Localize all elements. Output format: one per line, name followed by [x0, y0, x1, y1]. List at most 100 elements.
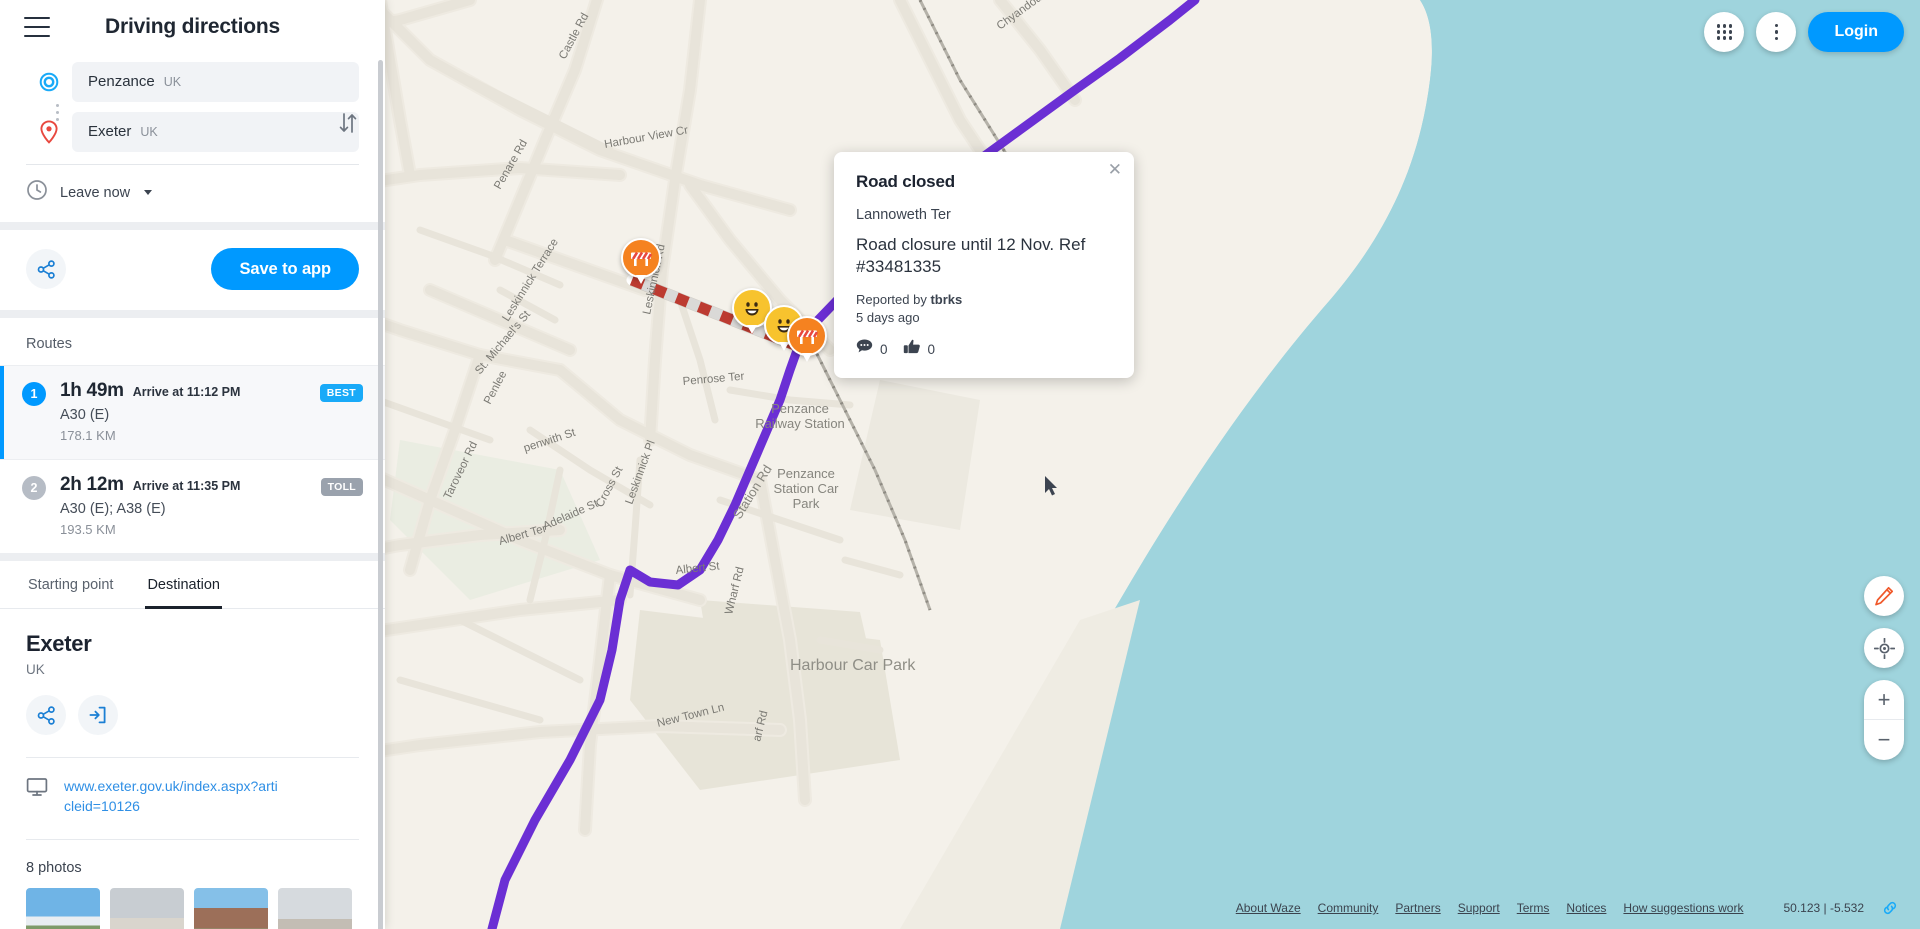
route-dots	[56, 104, 59, 121]
thumbs-up-icon[interactable]	[903, 339, 921, 360]
map-coordinates: 50.123 | -5.532	[1783, 901, 1864, 915]
send-to-phone-icon[interactable]	[78, 695, 118, 735]
route-option-1[interactable]: 1 1h 49m Arrive at 11:12 PM A30 (E) 178.1 KM…	[0, 365, 385, 459]
photo-thumbnail[interactable]	[194, 887, 268, 929]
road-closure-marker[interactable]	[621, 238, 661, 284]
map-label: Harbour Car Park	[790, 657, 916, 674]
routes-list: 1 1h 49m Arrive at 11:12 PM A30 (E) 178.1 KM…	[0, 365, 385, 553]
grid-apps-icon[interactable]	[1704, 12, 1745, 52]
popup-stats: 0 0	[856, 339, 1112, 360]
popup-street: Lannoweth Ter	[856, 207, 951, 223]
footer-links: About Waze Community Partners Support Terms N…	[1236, 901, 1761, 915]
route-badge: TOLL	[320, 478, 363, 496]
origin-row[interactable]: Penzance UK	[26, 62, 359, 102]
route-roads: A30 (E)	[60, 407, 110, 423]
footer-link-support[interactable]: Support	[1458, 901, 1500, 915]
pencil-icon[interactable]	[1864, 576, 1904, 616]
route-option-2[interactable]: 2 2h 12m Arrive at 11:35 PM A30 (E); A38 (E…	[0, 459, 385, 553]
footer-link-terms[interactable]: Terms	[1517, 901, 1550, 915]
road-closed-icon	[787, 316, 827, 362]
road-closed-icon	[621, 238, 661, 284]
footer-link-partners[interactable]: Partners	[1395, 901, 1440, 915]
route-distance: 193.5 KM	[60, 522, 116, 537]
website-row[interactable]: www.exeter.gov.uk/index.aspx?articleid=1…	[0, 758, 385, 817]
leave-label: Leave now	[60, 184, 131, 201]
detail-actions	[26, 695, 359, 735]
route-endpoints: Penzance UK Exeter UK	[0, 54, 385, 152]
routes-heading: Routes	[26, 336, 72, 352]
origin-name: Penzance	[88, 73, 155, 90]
share-icon[interactable]	[26, 249, 66, 289]
mouse-cursor	[1045, 476, 1059, 501]
website-link[interactable]: www.exeter.gov.uk/index.aspx?articleid=1…	[64, 776, 279, 817]
photo-thumbnail[interactable]	[26, 887, 100, 929]
reporter-name: tbrks	[930, 291, 963, 307]
section-separator	[0, 222, 385, 230]
footer-link-about-waze[interactable]: About Waze	[1236, 901, 1301, 915]
section-separator-3	[0, 553, 385, 561]
route-arrival: Arrive at 11:35 PM	[132, 479, 241, 493]
photos-heading: 8 photos	[26, 859, 82, 876]
route-badge: BEST	[319, 384, 363, 402]
sidebar-scrollbar[interactable]	[378, 60, 383, 929]
origin-circle-icon	[26, 72, 72, 92]
route-duration: 1h 49m	[60, 380, 124, 401]
tab-destination[interactable]: Destination	[145, 561, 222, 609]
monitor-icon	[26, 776, 48, 803]
route-distance: 178.1 KM	[60, 428, 116, 443]
photo-thumbnail[interactable]	[110, 887, 184, 929]
route-roads: A30 (E); A38 (E)	[60, 501, 166, 517]
photo-thumbnail[interactable]	[278, 887, 352, 929]
popup-title: Road closed	[856, 172, 955, 191]
popup-time-ago: 5 days ago	[856, 309, 920, 325]
crosshair-icon[interactable]	[1864, 628, 1904, 668]
login-button[interactable]: Login	[1808, 12, 1904, 52]
page-title: Driving directions	[105, 15, 280, 38]
popup-description: Road closure until 12 Nov. Ref #33481335	[856, 235, 1086, 276]
chevron-down-icon[interactable]	[144, 190, 153, 195]
swap-vertical-icon[interactable]	[331, 106, 365, 140]
popup-reported-by: Reported by tbrks	[856, 292, 1112, 307]
comment-count: 0	[880, 341, 888, 357]
sidebar-scroll-area: Driving directions Penzance UK Exeter UK…	[0, 0, 385, 929]
share-icon[interactable]	[26, 695, 66, 735]
tab-starting-point[interactable]: Starting point	[26, 561, 115, 609]
footer-link-community[interactable]: Community	[1318, 901, 1379, 915]
route-arrival: Arrive at 11:12 PM	[132, 385, 241, 399]
save-to-app-button[interactable]: Save to app	[211, 248, 359, 290]
destination-row[interactable]: Exeter UK	[26, 112, 359, 152]
directions-sidebar: Driving directions Penzance UK Exeter UK…	[0, 0, 385, 929]
close-icon[interactable]: ✕	[1108, 161, 1122, 178]
footer-link-how-suggestions-work[interactable]: How suggestions work	[1623, 901, 1743, 915]
detail-tabs: Starting point Destination	[0, 561, 385, 609]
reported-prefix: Reported by	[856, 291, 931, 307]
route-number: 2	[22, 476, 46, 500]
sidebar-header: Driving directions	[0, 0, 385, 54]
comment-icon[interactable]	[856, 339, 873, 359]
thumb-count: 0	[927, 341, 936, 357]
origin-input[interactable]: Penzance UK	[72, 62, 359, 102]
chain-link-icon[interactable]	[1881, 900, 1898, 917]
destination-name: Exeter	[88, 123, 132, 140]
origin-country: UK	[163, 75, 182, 89]
map-footer: About Waze Community Partners Support Terms N…	[1228, 895, 1906, 921]
zoom-controls: + −	[1864, 680, 1904, 760]
destination-detail: Exeter UK	[0, 609, 385, 735]
top-right-controls: Login	[1704, 12, 1904, 52]
clock-icon	[26, 179, 48, 206]
photo-strip	[0, 887, 385, 929]
detail-country: UK	[26, 662, 45, 677]
sidebar-actions: Save to app	[0, 230, 385, 310]
road-closure-marker[interactable]	[787, 316, 827, 362]
waze-map-app: .rd { stroke:#e8e4da; fill:none; stroke-…	[0, 0, 1920, 929]
section-separator-2	[0, 310, 385, 318]
map-right-controls: + −	[1864, 576, 1904, 760]
footer-link-notices[interactable]: Notices	[1566, 901, 1606, 915]
destination-pin-icon	[26, 120, 72, 144]
zoom-out-button[interactable]: −	[1864, 720, 1904, 760]
leave-time-selector[interactable]: Leave now	[0, 165, 385, 222]
hamburger-icon[interactable]	[24, 17, 50, 37]
destination-input[interactable]: Exeter UK	[72, 112, 359, 152]
zoom-in-button[interactable]: +	[1864, 680, 1904, 720]
kebab-menu-icon[interactable]	[1756, 12, 1797, 52]
